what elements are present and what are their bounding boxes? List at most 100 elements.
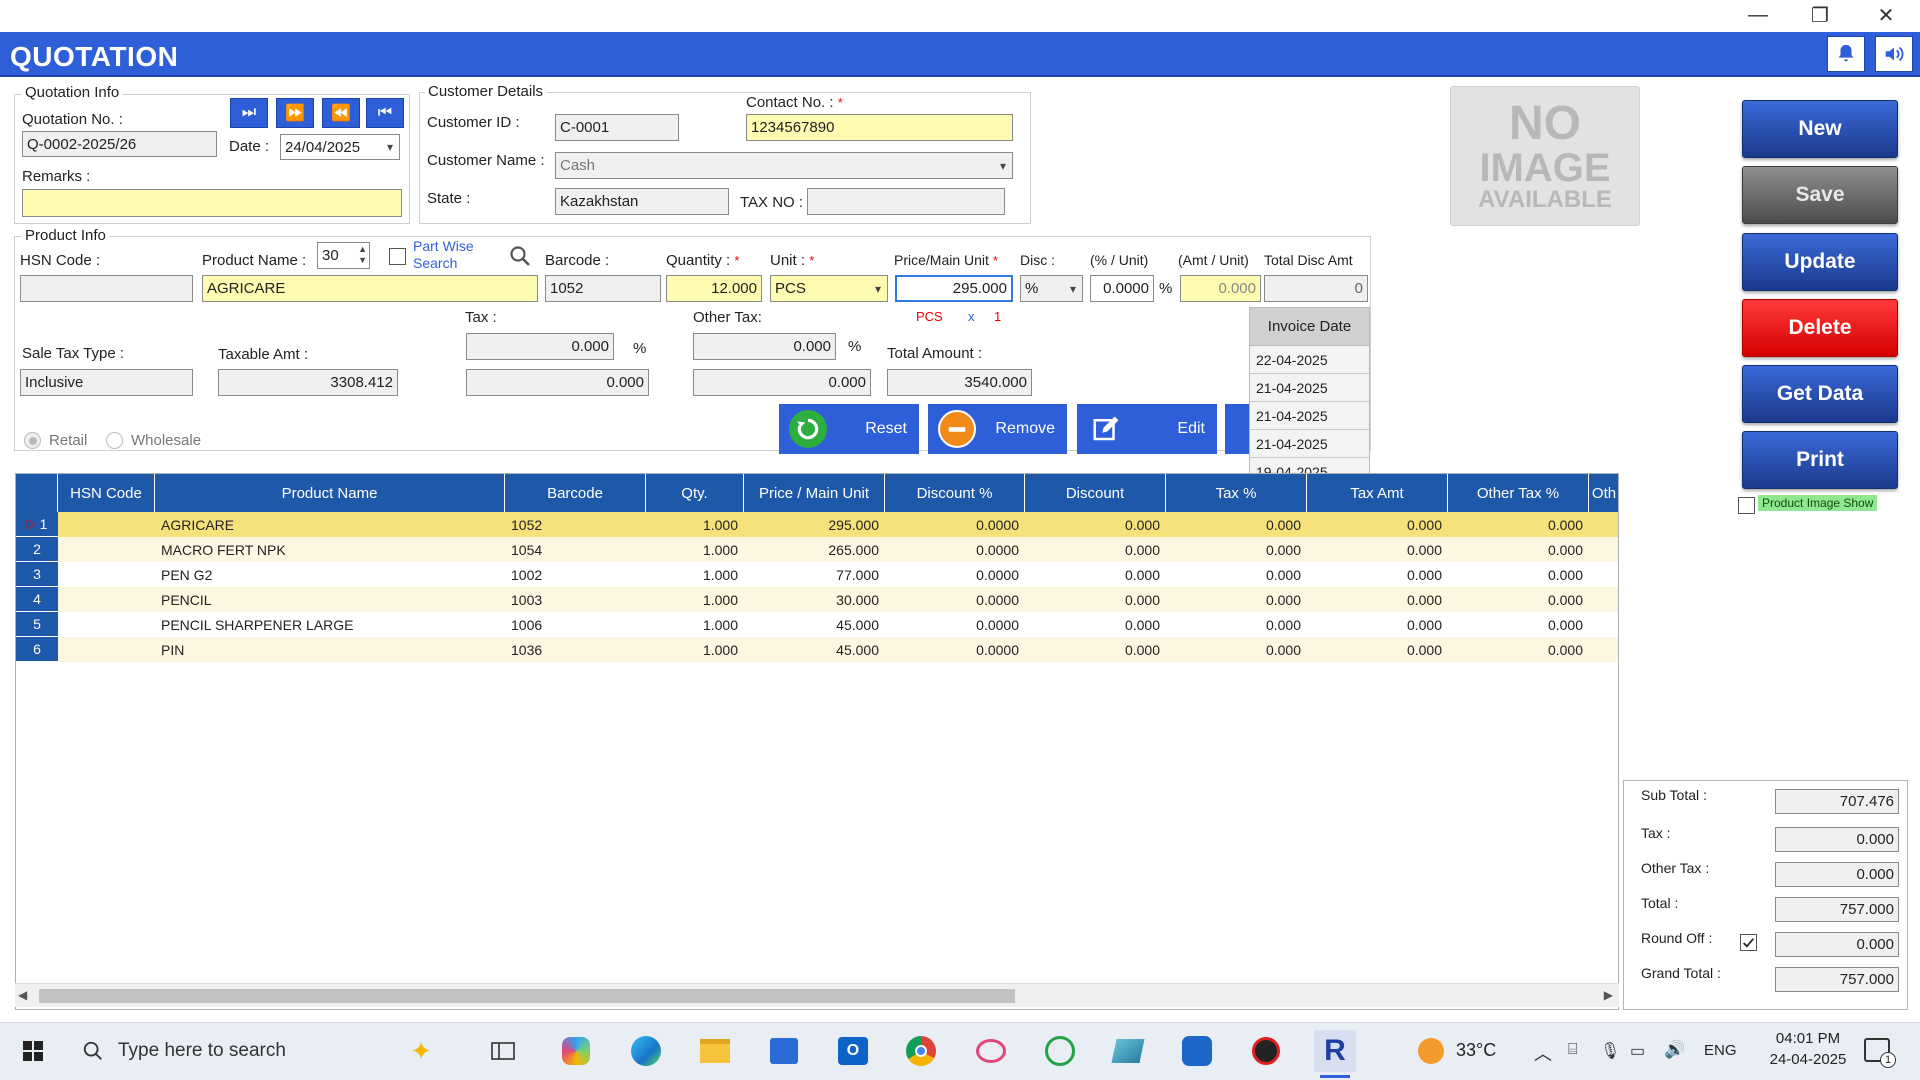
table-cell[interactable] [1589, 562, 1618, 587]
price-field[interactable]: 295.000 [895, 275, 1013, 302]
invoice-date-item[interactable]: 22-04-2025 [1250, 346, 1369, 374]
table-row[interactable]: 3 PEN G2 1002 1.000 77.000 0.0000 0.000 0.000 0.… [16, 562, 1618, 587]
table-cell[interactable] [1589, 587, 1618, 612]
chevron-up-icon[interactable]: ︿ [1534, 1040, 1552, 1066]
table-row[interactable]: 2 MACRO FERT NPK 1054 1.000 265.000 0.0000 0.0… [16, 537, 1618, 562]
table-cell[interactable]: 1.000 [646, 587, 744, 612]
network-icon[interactable]: ⌸ [1568, 1041, 1578, 1059]
nav-next-button[interactable]: ⏩ [276, 98, 314, 128]
table-cell[interactable]: 1.000 [646, 512, 744, 537]
edit-button[interactable]: Edit [1077, 404, 1217, 454]
whatsapp-icon[interactable] [1039, 1030, 1081, 1072]
table-row[interactable]: 5 PENCIL SHARPENER LARGE 1006 1.000 45.000 0.… [16, 612, 1618, 637]
amt-unit-field[interactable]: 0.000 [1180, 275, 1261, 302]
table-cell[interactable]: 0.000 [1166, 637, 1307, 662]
table-cell[interactable]: 0.000 [1307, 537, 1448, 562]
table-cell[interactable]: 0.000 [1025, 637, 1166, 662]
contact-number-field[interactable]: 1234567890 [746, 114, 1013, 141]
row-number[interactable]: 6 [16, 637, 58, 662]
snipping-tool-icon[interactable] [970, 1030, 1012, 1072]
col-header[interactable]: Price / Main Unit [744, 474, 885, 512]
get-data-button[interactable]: Get Data [1742, 365, 1898, 423]
table-cell[interactable]: 0.000 [1166, 512, 1307, 537]
table-cell[interactable]: 0.000 [1025, 537, 1166, 562]
table-cell[interactable]: 0.000 [1166, 587, 1307, 612]
notification-bell-icon[interactable] [1827, 36, 1865, 72]
customer-name-select[interactable]: Cash ▾ [555, 152, 1013, 179]
other-tax-amt-field[interactable]: 0.000 [693, 369, 871, 396]
quantity-field[interactable]: 12.000 [666, 275, 762, 302]
table-cell[interactable]: 1.000 [646, 612, 744, 637]
app-icon[interactable] [1245, 1030, 1287, 1072]
table-cell[interactable]: 1052 [505, 512, 646, 537]
windows-start-icon[interactable] [12, 1030, 54, 1072]
active-app-icon[interactable]: R [1314, 1030, 1356, 1072]
nav-first-button[interactable]: ⏭ [230, 98, 268, 128]
delete-button[interactable]: Delete [1742, 299, 1898, 357]
tax-pct-field[interactable]: 0.000 [466, 333, 614, 360]
quotation-number-field[interactable]: Q-0002-2025/26 [22, 131, 217, 157]
unit-select[interactable]: PCS ▾ [770, 275, 888, 302]
table-row[interactable]: 6 PIN 1036 1.000 45.000 0.0000 0.000 0.000 0.000… [16, 637, 1618, 662]
spinner-arrows-icon[interactable]: ▲ ▼ [358, 244, 367, 266]
tax-amt-field[interactable]: 0.000 [466, 369, 649, 396]
table-cell[interactable]: 0.000 [1307, 562, 1448, 587]
table-cell[interactable]: 0.0000 [885, 537, 1025, 562]
scroll-left-icon[interactable]: ◀ [18, 988, 27, 1002]
table-cell[interactable] [58, 612, 155, 637]
row-number[interactable]: ▷ 1 [16, 512, 58, 537]
table-cell[interactable]: PENCIL [155, 587, 505, 612]
hsn-code-field[interactable] [20, 275, 193, 302]
table-cell[interactable]: PIN [155, 637, 505, 662]
table-cell[interactable]: 295.000 [744, 512, 885, 537]
speaker-icon[interactable] [1875, 36, 1913, 72]
table-cell[interactable]: 0.000 [1448, 637, 1589, 662]
table-cell[interactable]: 0.0000 [885, 587, 1025, 612]
table-cell[interactable]: 45.000 [744, 637, 885, 662]
clock[interactable]: 04:01 PM 24-04-2025 [1762, 1028, 1854, 1070]
col-header[interactable]: Tax Amt [1307, 474, 1448, 512]
table-cell[interactable]: 0.000 [1025, 512, 1166, 537]
customer-id-field[interactable]: C-0001 [555, 114, 679, 141]
table-cell[interactable]: 0.0000 [885, 637, 1025, 662]
search-icon[interactable] [508, 244, 532, 272]
col-header[interactable]: Tax % [1166, 474, 1307, 512]
task-view-icon[interactable] [482, 1030, 524, 1072]
table-cell[interactable]: 1.000 [646, 562, 744, 587]
restore-button[interactable]: ❐ [1792, 0, 1848, 30]
table-cell[interactable] [1589, 512, 1618, 537]
table-cell[interactable]: 0.0000 [885, 562, 1025, 587]
microphone-icon[interactable]: 🎙 [1600, 1041, 1620, 1061]
table-cell[interactable]: 0.0000 [885, 512, 1025, 537]
table-cell[interactable]: 1.000 [646, 637, 744, 662]
table-cell[interactable]: 0.000 [1448, 612, 1589, 637]
table-cell[interactable]: 0.000 [1448, 562, 1589, 587]
file-explorer-icon[interactable] [694, 1030, 736, 1072]
store-icon[interactable] [763, 1030, 805, 1072]
save-button[interactable]: Save [1742, 166, 1898, 224]
results-spinner[interactable]: 30 ▲ ▼ [317, 242, 370, 269]
col-header[interactable]: Barcode [505, 474, 646, 512]
edge-browser-icon[interactable] [625, 1030, 667, 1072]
volume-icon[interactable]: 🔊 [1664, 1040, 1685, 1060]
table-cell[interactable]: 30.000 [744, 587, 885, 612]
scroll-right-icon[interactable]: ▶ [1604, 988, 1613, 1002]
table-cell[interactable]: 0.000 [1307, 587, 1448, 612]
invoice-date-item[interactable]: 21-04-2025 [1250, 374, 1369, 402]
row-number[interactable]: 2 [16, 537, 58, 562]
remarks-field[interactable] [22, 189, 402, 217]
col-header[interactable]: Discount % [885, 474, 1025, 512]
table-cell[interactable] [58, 562, 155, 587]
new-button[interactable]: New [1742, 100, 1898, 158]
col-header[interactable]: Qty. [646, 474, 744, 512]
table-cell[interactable]: 0.000 [1025, 587, 1166, 612]
invoice-date-item[interactable]: 21-04-2025 [1250, 430, 1369, 458]
table-cell[interactable] [1589, 537, 1618, 562]
row-number[interactable]: 4 [16, 587, 58, 612]
state-field[interactable]: Kazakhstan [555, 188, 729, 215]
sale-tax-type-field[interactable]: Inclusive [20, 369, 193, 396]
copilot-icon[interactable] [555, 1030, 597, 1072]
barcode-field[interactable]: 1052 [545, 275, 661, 302]
date-picker[interactable]: 24/04/2025 ▾ [280, 134, 400, 160]
table-cell[interactable]: PEN G2 [155, 562, 505, 587]
